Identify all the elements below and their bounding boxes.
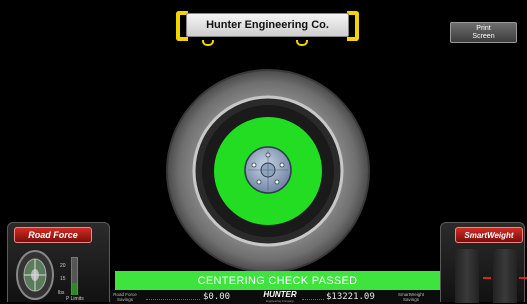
road-force-savings-label: Road Force Savings bbox=[113, 292, 137, 302]
smartweight-panel: SmartWeight bbox=[440, 222, 527, 303]
mid-dotted-rule bbox=[302, 299, 324, 300]
left-plane-bar bbox=[455, 249, 479, 303]
smartweight-savings-value: $13221.09 bbox=[326, 292, 375, 302]
right-plane-bar bbox=[493, 249, 517, 303]
tire-measure-icon bbox=[16, 250, 54, 300]
right-red-marker bbox=[519, 277, 527, 279]
left-red-marker bbox=[483, 277, 491, 279]
tick-15: 15 bbox=[60, 276, 66, 282]
road-force-panel: Road Force 20 15 lbs P Limits bbox=[7, 222, 110, 302]
tick-20: 20 bbox=[60, 263, 66, 269]
road-force-badge[interactable]: Road Force bbox=[14, 227, 92, 243]
savings-strip: Road Force Savings $0.00 HUNTER Engineer… bbox=[110, 290, 440, 304]
smartweight-badge[interactable]: SmartWeight bbox=[455, 227, 523, 243]
smartweight-savings-label: SmartWeight Savings bbox=[398, 292, 424, 302]
gauge-fill bbox=[72, 283, 77, 295]
left-dotted-rule bbox=[146, 299, 200, 300]
status-message: CENTERING CHECK PASSED bbox=[115, 271, 440, 290]
tick-lbs: lbs bbox=[58, 290, 65, 296]
balancer-screen: Hunter Engineering Co. Print Screen Road… bbox=[0, 0, 527, 304]
road-force-savings-value: $0.00 bbox=[203, 292, 231, 302]
p-limits-label: P Limits bbox=[66, 296, 84, 302]
hunter-logo-sub: Engineering Company bbox=[266, 299, 294, 303]
